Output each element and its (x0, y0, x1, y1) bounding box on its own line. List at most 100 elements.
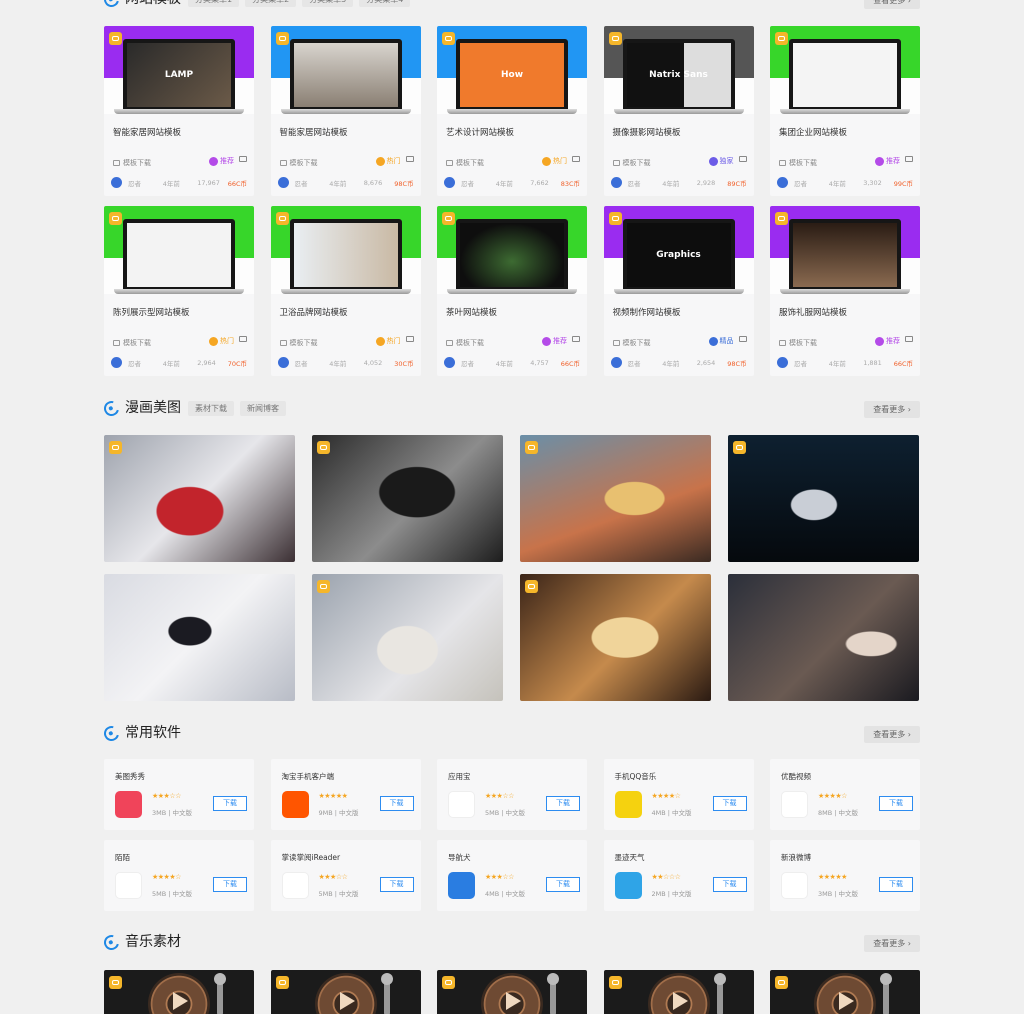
section-tag[interactable]: 分类菜单1 (188, 0, 240, 7)
section-tag[interactable]: 分类菜单3 (302, 0, 354, 7)
software-name[interactable]: 手机QQ音乐 (615, 771, 657, 782)
card-title[interactable]: 卫浴品牌网站模板 (280, 306, 348, 318)
manga-image-girl-city-night-window[interactable] (728, 574, 919, 701)
music-card[interactable] (104, 970, 254, 1014)
manga-image-girl-sleeping-sunlight[interactable] (520, 574, 711, 701)
template-card[interactable]: 集团企业网站模板 模板下载 推荐 忍者 4年前 3,302 99C币 (770, 26, 920, 196)
author-name[interactable]: 忍者 (794, 358, 823, 368)
author-name[interactable]: 忍者 (794, 178, 823, 188)
preview-icon[interactable] (405, 156, 414, 162)
software-card[interactable]: 导航犬 ★★★☆☆ 4MB | 中文版 下载 (437, 840, 587, 911)
manga-image-gothic-girl-dark-room[interactable] (312, 435, 503, 562)
avatar[interactable] (610, 357, 622, 368)
author-name[interactable]: 忍者 (295, 178, 324, 188)
card-thumbnail[interactable] (270, 206, 421, 294)
author-name[interactable]: 忍者 (295, 358, 324, 368)
software-name[interactable]: 淘宝手机客户端 (282, 771, 335, 782)
avatar[interactable] (277, 357, 289, 368)
view-more-button[interactable]: 查看更多 › (864, 0, 920, 9)
card-title[interactable]: 智能家居网站模板 (280, 126, 348, 138)
preview-icon[interactable] (405, 336, 414, 342)
manga-image-fox-girl-white-dress[interactable] (104, 574, 295, 701)
card-category[interactable]: 模板下载 (446, 158, 484, 168)
avatar[interactable] (777, 357, 788, 368)
card-thumbnail[interactable] (104, 206, 254, 294)
template-card[interactable]: 智能家居网站模板 模板下载 热门 忍者 4年前 8,676 98C币 (270, 26, 421, 196)
view-more-button[interactable]: 查看更多 › (864, 726, 920, 743)
software-card[interactable]: 手机QQ音乐 ★★★★☆ 4MB | 中文版 下载 (603, 759, 754, 830)
download-button[interactable]: 下载 (879, 877, 913, 892)
software-name[interactable]: 应用宝 (448, 771, 471, 782)
music-card[interactable] (437, 970, 587, 1014)
download-button[interactable]: 下载 (712, 877, 747, 892)
section-tag[interactable]: 新闻博客 (240, 401, 286, 416)
software-card[interactable]: 新浪微博 ★★★★★ 3MB | 中文版 下载 (770, 840, 920, 911)
template-card[interactable]: 卫浴品牌网站模板 模板下载 热门 忍者 4年前 4,052 30C币 (270, 206, 421, 376)
preview-icon[interactable] (572, 336, 580, 342)
software-name[interactable]: 美图秀秀 (115, 771, 145, 782)
manga-image-girl-street-food[interactable] (520, 435, 711, 562)
template-card[interactable]: LAMP 智能家居网站模板 模板下载 推荐 忍者 4年前 17,967 66C币 (104, 26, 254, 196)
card-category[interactable]: 模板下载 (779, 338, 817, 348)
section-tag[interactable]: 素材下载 (188, 401, 234, 416)
avatar[interactable] (610, 177, 622, 188)
manga-image-underwater-girl[interactable] (728, 435, 919, 562)
card-category[interactable]: 模板下载 (446, 338, 484, 348)
software-card[interactable]: 应用宝 ★★★☆☆ 5MB | 中文版 下载 (437, 759, 587, 830)
manga-image-white-hair-elf-girl[interactable] (312, 574, 503, 701)
avatar[interactable] (777, 177, 788, 188)
card-title[interactable]: 艺术设计网站模板 (446, 126, 514, 138)
software-name[interactable]: 陌陌 (115, 852, 130, 863)
download-button[interactable]: 下载 (546, 796, 580, 811)
card-category[interactable]: 模板下载 (612, 338, 651, 348)
view-more-button[interactable]: 查看更多 › (864, 935, 920, 952)
preview-icon[interactable] (572, 156, 580, 162)
card-category[interactable]: 模板下载 (612, 158, 651, 168)
section-tag[interactable]: 分类菜单4 (359, 0, 411, 7)
template-card[interactable]: 茶叶网站模板 模板下载 推荐 忍者 4年前 4,757 66C币 (437, 206, 587, 376)
card-title[interactable]: 摄像摄影网站模板 (613, 126, 681, 138)
avatar[interactable] (111, 357, 122, 368)
card-title[interactable]: 集团企业网站模板 (779, 126, 847, 138)
avatar[interactable] (444, 357, 455, 368)
card-thumbnail[interactable]: LAMP (104, 26, 254, 114)
preview-icon[interactable] (905, 336, 913, 342)
card-category[interactable]: 模板下载 (279, 158, 318, 168)
card-title[interactable]: 视频制作网站模板 (613, 306, 681, 318)
software-name[interactable]: 掌读掌阅iReader (282, 852, 341, 863)
view-more-button[interactable]: 查看更多 › (864, 401, 920, 418)
software-name[interactable]: 新浪微博 (781, 852, 811, 863)
card-title[interactable]: 智能家居网站模板 (113, 126, 181, 138)
card-thumbnail[interactable]: Natrix Sans (603, 26, 754, 114)
template-card[interactable]: 服饰礼服网站模板 模板下载 推荐 忍者 4年前 1,881 66C币 (770, 206, 920, 376)
download-button[interactable]: 下载 (379, 796, 414, 811)
music-card[interactable] (603, 970, 754, 1014)
software-card[interactable]: 陌陌 ★★★★☆ 5MB | 中文版 下载 (104, 840, 254, 911)
template-card[interactable]: Graphics 视频制作网站模板 模板下载 精品 忍者 4年前 2,654 98C币 (603, 206, 754, 376)
download-button[interactable]: 下载 (213, 877, 247, 892)
section-tag[interactable]: 分类菜单2 (245, 0, 297, 7)
software-card[interactable]: 美图秀秀 ★★★☆☆ 3MB | 中文版 下载 (104, 759, 254, 830)
template-card[interactable]: How 艺术设计网站模板 模板下载 热门 忍者 4年前 7,662 83C币 (437, 26, 587, 196)
author-name[interactable]: 忍者 (461, 358, 490, 368)
preview-icon[interactable] (239, 156, 247, 162)
avatar[interactable] (444, 177, 455, 188)
software-name[interactable]: 墨迹天气 (615, 852, 645, 863)
card-thumbnail[interactable] (437, 206, 587, 294)
avatar[interactable] (277, 177, 289, 188)
software-name[interactable]: 优酷视频 (781, 771, 811, 782)
software-card[interactable]: 淘宝手机客户端 ★★★★★ 9MB | 中文版 下载 (270, 759, 421, 830)
music-card[interactable] (770, 970, 920, 1014)
author-name[interactable]: 忍者 (128, 178, 157, 188)
software-card[interactable]: 墨迹天气 ★★☆☆☆ 2MB | 中文版 下载 (603, 840, 754, 911)
software-name[interactable]: 导航犬 (448, 852, 471, 863)
author-name[interactable]: 忍者 (628, 358, 657, 368)
download-button[interactable]: 下载 (546, 877, 580, 892)
card-category[interactable]: 模板下载 (279, 338, 318, 348)
preview-icon[interactable] (905, 156, 913, 162)
preview-icon[interactable] (738, 336, 747, 342)
preview-icon[interactable] (239, 336, 247, 342)
author-name[interactable]: 忍者 (461, 178, 490, 188)
card-title[interactable]: 茶叶网站模板 (446, 306, 497, 318)
download-button[interactable]: 下载 (712, 796, 747, 811)
